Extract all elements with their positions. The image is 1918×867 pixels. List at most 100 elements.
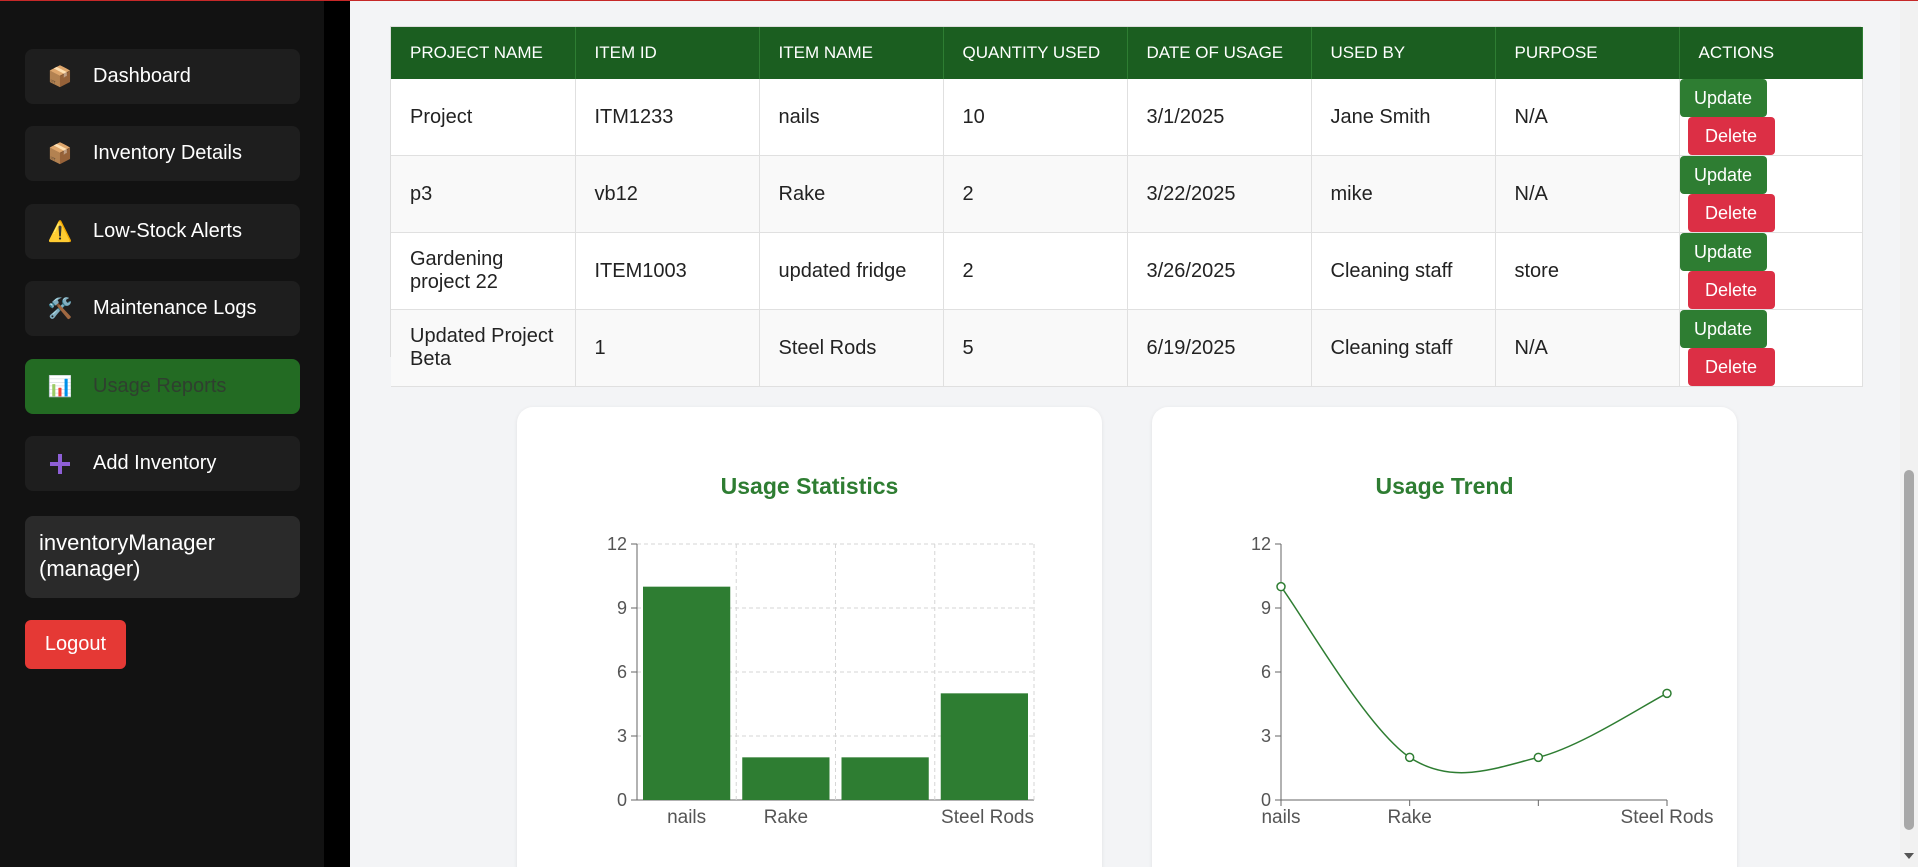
cell-actions: UpdateDelete bbox=[1679, 155, 1863, 233]
usage-trend-card: Usage Trend 0 3 6 9 12 nails Rake Steel Rods bbox=[1152, 407, 1737, 867]
data-point bbox=[1404, 752, 1415, 763]
y-tick-label: 9 bbox=[1261, 598, 1271, 618]
update-button[interactable]: Update bbox=[1679, 156, 1767, 194]
bar bbox=[643, 586, 731, 800]
cell-item-name: Steel Rods bbox=[759, 309, 944, 387]
sidebar-item-dashboard[interactable]: 📦 Dashboard bbox=[25, 49, 300, 104]
cell-item-name: updated fridge bbox=[759, 232, 944, 310]
column-header: USED BY bbox=[1311, 27, 1496, 79]
trend-line bbox=[1280, 586, 1668, 774]
x-tick-label: Steel Rods bbox=[1621, 807, 1714, 828]
sidebar-item-inventory-details[interactable]: 📦 Inventory Details bbox=[25, 126, 300, 181]
bar bbox=[940, 693, 1028, 800]
cell-quantity-used: 5 bbox=[943, 309, 1128, 387]
data-point bbox=[1533, 752, 1544, 763]
data-point bbox=[1662, 688, 1672, 699]
y-tick-label: 0 bbox=[617, 790, 627, 810]
usage-statistics-chart: 0 3 6 9 12 nails Rake Steel Rods bbox=[607, 534, 1035, 828]
usage-trend-chart: 036912nails Rake Steel Rods bbox=[1251, 534, 1714, 828]
sidebar-item-maintenance-logs[interactable]: 🛠️ Maintenance Logs bbox=[25, 281, 300, 336]
sidebar-item-label: Dashboard bbox=[93, 65, 191, 87]
x-tick-label: nails bbox=[667, 807, 706, 828]
cell-item-id: ITM1233 bbox=[575, 79, 760, 156]
update-button[interactable]: Update bbox=[1679, 310, 1767, 348]
sidebar: 📦 Dashboard 📦 Inventory Details ⚠️ Low-S… bbox=[0, 0, 324, 867]
column-header: PURPOSE bbox=[1495, 27, 1680, 79]
cell-item-name: Rake bbox=[759, 155, 944, 233]
x-tick-label: nails bbox=[1261, 807, 1300, 828]
table-header-row: PROJECT NAME ITEM ID ITEM NAME QUANTITY … bbox=[391, 27, 1863, 79]
y-tick-label: 12 bbox=[1251, 534, 1271, 554]
cell-actions: UpdateDelete bbox=[1679, 309, 1863, 387]
cell-used-by: Cleaning staff bbox=[1311, 232, 1496, 310]
usage-statistics-card: Usage Statistics 0 3 6 9 12 nails Rake Steel Ro… bbox=[517, 407, 1102, 867]
update-button[interactable]: Update bbox=[1679, 233, 1767, 271]
cell-project-name: Updated Project Beta bbox=[391, 309, 576, 387]
column-header: ACTIONS bbox=[1679, 27, 1863, 79]
cell-project-name: Gardening project 22 bbox=[391, 232, 576, 310]
package-icon: 📦 bbox=[47, 66, 73, 88]
y-tick-label: 6 bbox=[1261, 662, 1271, 682]
cell-item-id: ITEM1003 bbox=[575, 232, 760, 310]
warning-icon: ⚠️ bbox=[47, 221, 73, 243]
package-icon: 📦 bbox=[47, 143, 73, 165]
y-tick-label: 3 bbox=[617, 726, 627, 746]
x-tick-label: Rake bbox=[1387, 807, 1431, 828]
cell-item-id: 1 bbox=[575, 309, 760, 387]
column-header: PROJECT NAME bbox=[391, 27, 576, 79]
data-point bbox=[1276, 581, 1286, 592]
cell-used-by: Cleaning staff bbox=[1311, 309, 1496, 387]
scroll-down-arrow[interactable] bbox=[1904, 853, 1914, 859]
cell-date-of-usage: 3/22/2025 bbox=[1127, 155, 1312, 233]
column-header: ITEM ID bbox=[575, 27, 760, 79]
cell-purpose: N/A bbox=[1495, 79, 1680, 156]
cell-quantity-used: 10 bbox=[943, 79, 1128, 156]
user-info: inventoryManager (manager) bbox=[25, 516, 300, 598]
top-border bbox=[0, 0, 1918, 1]
cell-purpose: N/A bbox=[1495, 155, 1680, 233]
tools-icon: 🛠️ bbox=[47, 298, 73, 320]
sidebar-item-usage-reports[interactable]: 📊 Usage Reports bbox=[25, 359, 300, 414]
table-row: Updated Project Beta 1 Steel Rods 5 6/19… bbox=[391, 309, 1863, 387]
cell-actions: UpdateDelete bbox=[1679, 232, 1863, 310]
sidebar-item-label: Low-Stock Alerts bbox=[93, 220, 242, 242]
logout-button[interactable]: Logout bbox=[25, 620, 126, 669]
y-tick-label: 6 bbox=[617, 662, 627, 682]
cell-used-by: Jane Smith bbox=[1311, 79, 1496, 156]
bar bbox=[742, 757, 830, 800]
sidebar-item-label: Add Inventory bbox=[93, 452, 217, 474]
cell-item-id: vb12 bbox=[575, 155, 760, 233]
column-header: QUANTITY USED bbox=[943, 27, 1128, 79]
update-button[interactable]: Update bbox=[1679, 79, 1767, 117]
cell-date-of-usage: 3/1/2025 bbox=[1127, 79, 1312, 156]
page-scrollbar[interactable] bbox=[1900, 0, 1918, 867]
table-row: Gardening project 22 ITEM1003 updated fr… bbox=[391, 232, 1863, 310]
plus-icon bbox=[47, 451, 73, 477]
sidebar-item-add-inventory[interactable]: Add Inventory bbox=[25, 436, 300, 491]
cell-project-name: p3 bbox=[391, 155, 576, 233]
sidebar-item-label: Maintenance Logs bbox=[93, 297, 257, 319]
delete-button[interactable]: Delete bbox=[1687, 117, 1775, 155]
sidebar-edge bbox=[324, 0, 350, 867]
cell-date-of-usage: 6/19/2025 bbox=[1127, 309, 1312, 387]
cell-used-by: mike bbox=[1311, 155, 1496, 233]
cell-quantity-used: 2 bbox=[943, 155, 1128, 233]
cell-quantity-used: 2 bbox=[943, 232, 1128, 310]
table-row: p3 vb12 Rake 2 3/22/2025 mike N/A Update… bbox=[391, 155, 1863, 233]
scrollbar-thumb[interactable] bbox=[1904, 470, 1914, 830]
bar bbox=[841, 757, 929, 800]
cell-actions: UpdateDelete bbox=[1679, 79, 1863, 156]
y-tick-label: 3 bbox=[1261, 726, 1271, 746]
x-tick-label: Steel Rods bbox=[941, 807, 1034, 828]
usage-table: PROJECT NAME ITEM ID ITEM NAME QUANTITY … bbox=[390, 26, 1863, 387]
x-tick-label: Rake bbox=[764, 807, 808, 828]
sidebar-item-low-stock-alerts[interactable]: ⚠️ Low-Stock Alerts bbox=[25, 204, 300, 259]
cell-project-name: Project bbox=[391, 79, 576, 156]
cell-purpose: N/A bbox=[1495, 309, 1680, 387]
delete-button[interactable]: Delete bbox=[1687, 348, 1775, 386]
y-tick-label: 9 bbox=[617, 598, 627, 618]
cell-date-of-usage: 3/26/2025 bbox=[1127, 232, 1312, 310]
table-row: Project ITM1233 nails 10 3/1/2025 Jane S… bbox=[391, 79, 1863, 156]
delete-button[interactable]: Delete bbox=[1687, 194, 1775, 232]
delete-button[interactable]: Delete bbox=[1687, 271, 1775, 309]
